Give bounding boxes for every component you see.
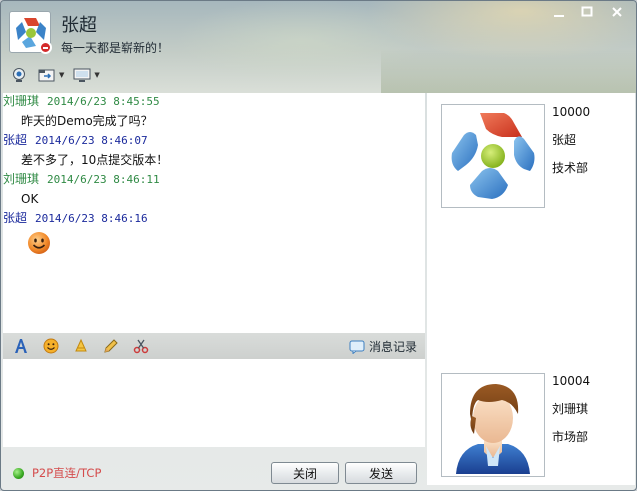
message-text: OK xyxy=(21,192,39,206)
sender-name: 刘珊琪 xyxy=(3,172,40,186)
message-history-label: 消息记录 xyxy=(368,340,417,354)
chevron-down-icon[interactable]: ▼ xyxy=(94,71,99,79)
screen-share-icon xyxy=(73,68,91,82)
connection-status-icon xyxy=(13,467,24,479)
chat-window: 张超 每一天都是崭新的！ ▼ ▼ 刘珊琪 2014/6/23 8:45:55 昨… xyxy=(0,0,637,491)
message-header: 刘珊琪 2014/6/23 8:46:11 xyxy=(3,171,425,190)
close-window-button[interactable] xyxy=(602,3,632,21)
message-history[interactable]: 刘珊琪 2014/6/23 8:45:55 昨天的Demo完成了吗？ 张超 20… xyxy=(3,93,425,333)
webcam-icon xyxy=(13,68,25,82)
contact-info-panel: 10000 张超 技术部 10004 刘珊琪 市场部 xyxy=(427,93,635,485)
chevron-down-icon[interactable]: ▼ xyxy=(59,71,64,79)
font-button[interactable] xyxy=(11,337,31,355)
contact-signature: 每一天都是崭新的！ xyxy=(61,41,170,55)
minimize-icon xyxy=(554,15,564,17)
file-transfer-icon xyxy=(38,69,55,82)
message-emoji xyxy=(3,229,425,259)
message-text: 差不多了，10点提交版本！ xyxy=(21,153,169,167)
connection-status-label: P2P直连/TCP xyxy=(32,466,102,480)
chat-history-icon xyxy=(349,340,365,354)
user-avatar-icon xyxy=(456,384,530,474)
smiley-icon xyxy=(28,232,50,254)
contact-id: 10004 xyxy=(552,374,591,388)
emoji-button[interactable] xyxy=(41,337,61,355)
busy-status-icon xyxy=(39,41,52,54)
message-time: 2014/6/23 8:46:07 xyxy=(35,134,148,147)
contact-name: 张超 xyxy=(552,133,577,147)
send-button[interactable]: 发送 xyxy=(345,462,417,484)
scissors-icon xyxy=(133,339,149,354)
connection-status: P2P直连/TCP xyxy=(13,465,101,481)
webcam-button[interactable] xyxy=(9,66,29,84)
top-toolbar: ▼ ▼ xyxy=(9,65,100,85)
message-input[interactable] xyxy=(3,359,425,447)
sender-name: 张超 xyxy=(3,133,28,147)
message-history-button[interactable]: 消息记录 xyxy=(349,338,417,355)
contact-photo[interactable] xyxy=(441,104,545,208)
font-icon xyxy=(15,339,27,353)
screen-share-button[interactable] xyxy=(72,66,92,84)
message-time: 2014/6/23 8:46:11 xyxy=(47,173,160,186)
minimize-button[interactable] xyxy=(546,3,572,21)
pencil-icon xyxy=(104,339,118,353)
close-icon xyxy=(612,7,622,17)
message-header: 刘珊琪 2014/6/23 8:45:55 xyxy=(3,93,425,112)
shake-icon xyxy=(75,338,87,352)
file-transfer-button[interactable] xyxy=(37,66,57,84)
message-time: 2014/6/23 8:46:16 xyxy=(35,212,148,225)
shake-button[interactable] xyxy=(71,337,91,355)
input-toolbar: 消息记录 xyxy=(3,333,425,359)
bottom-bar: P2P直连/TCP 关闭 发送 xyxy=(3,448,425,488)
contact-name: 刘珊琪 xyxy=(552,402,589,416)
close-button[interactable]: 关闭 xyxy=(271,462,339,484)
pencil-button[interactable] xyxy=(101,337,121,355)
maximize-icon xyxy=(581,6,593,17)
sender-name: 张超 xyxy=(3,211,28,225)
contact-photo[interactable] xyxy=(441,373,545,477)
message-header: 张超 2014/6/23 8:46:16 xyxy=(3,210,425,229)
company-logo-icon xyxy=(451,113,535,199)
message-time: 2014/6/23 8:45:55 xyxy=(47,95,160,108)
screenshot-button[interactable] xyxy=(131,337,151,355)
message-header: 张超 2014/6/23 8:46:07 xyxy=(3,132,425,151)
header-avatar[interactable] xyxy=(9,11,52,54)
contact-name: 张超 xyxy=(61,15,97,36)
maximize-button[interactable] xyxy=(574,3,600,21)
emoji-icon xyxy=(43,338,59,354)
contact-department: 市场部 xyxy=(552,430,589,444)
contact-department: 技术部 xyxy=(552,161,589,175)
sender-name: 刘珊琪 xyxy=(3,94,40,108)
message-text: 昨天的Demo完成了吗？ xyxy=(21,114,153,128)
contact-id: 10000 xyxy=(552,105,591,119)
window-controls xyxy=(546,3,632,23)
